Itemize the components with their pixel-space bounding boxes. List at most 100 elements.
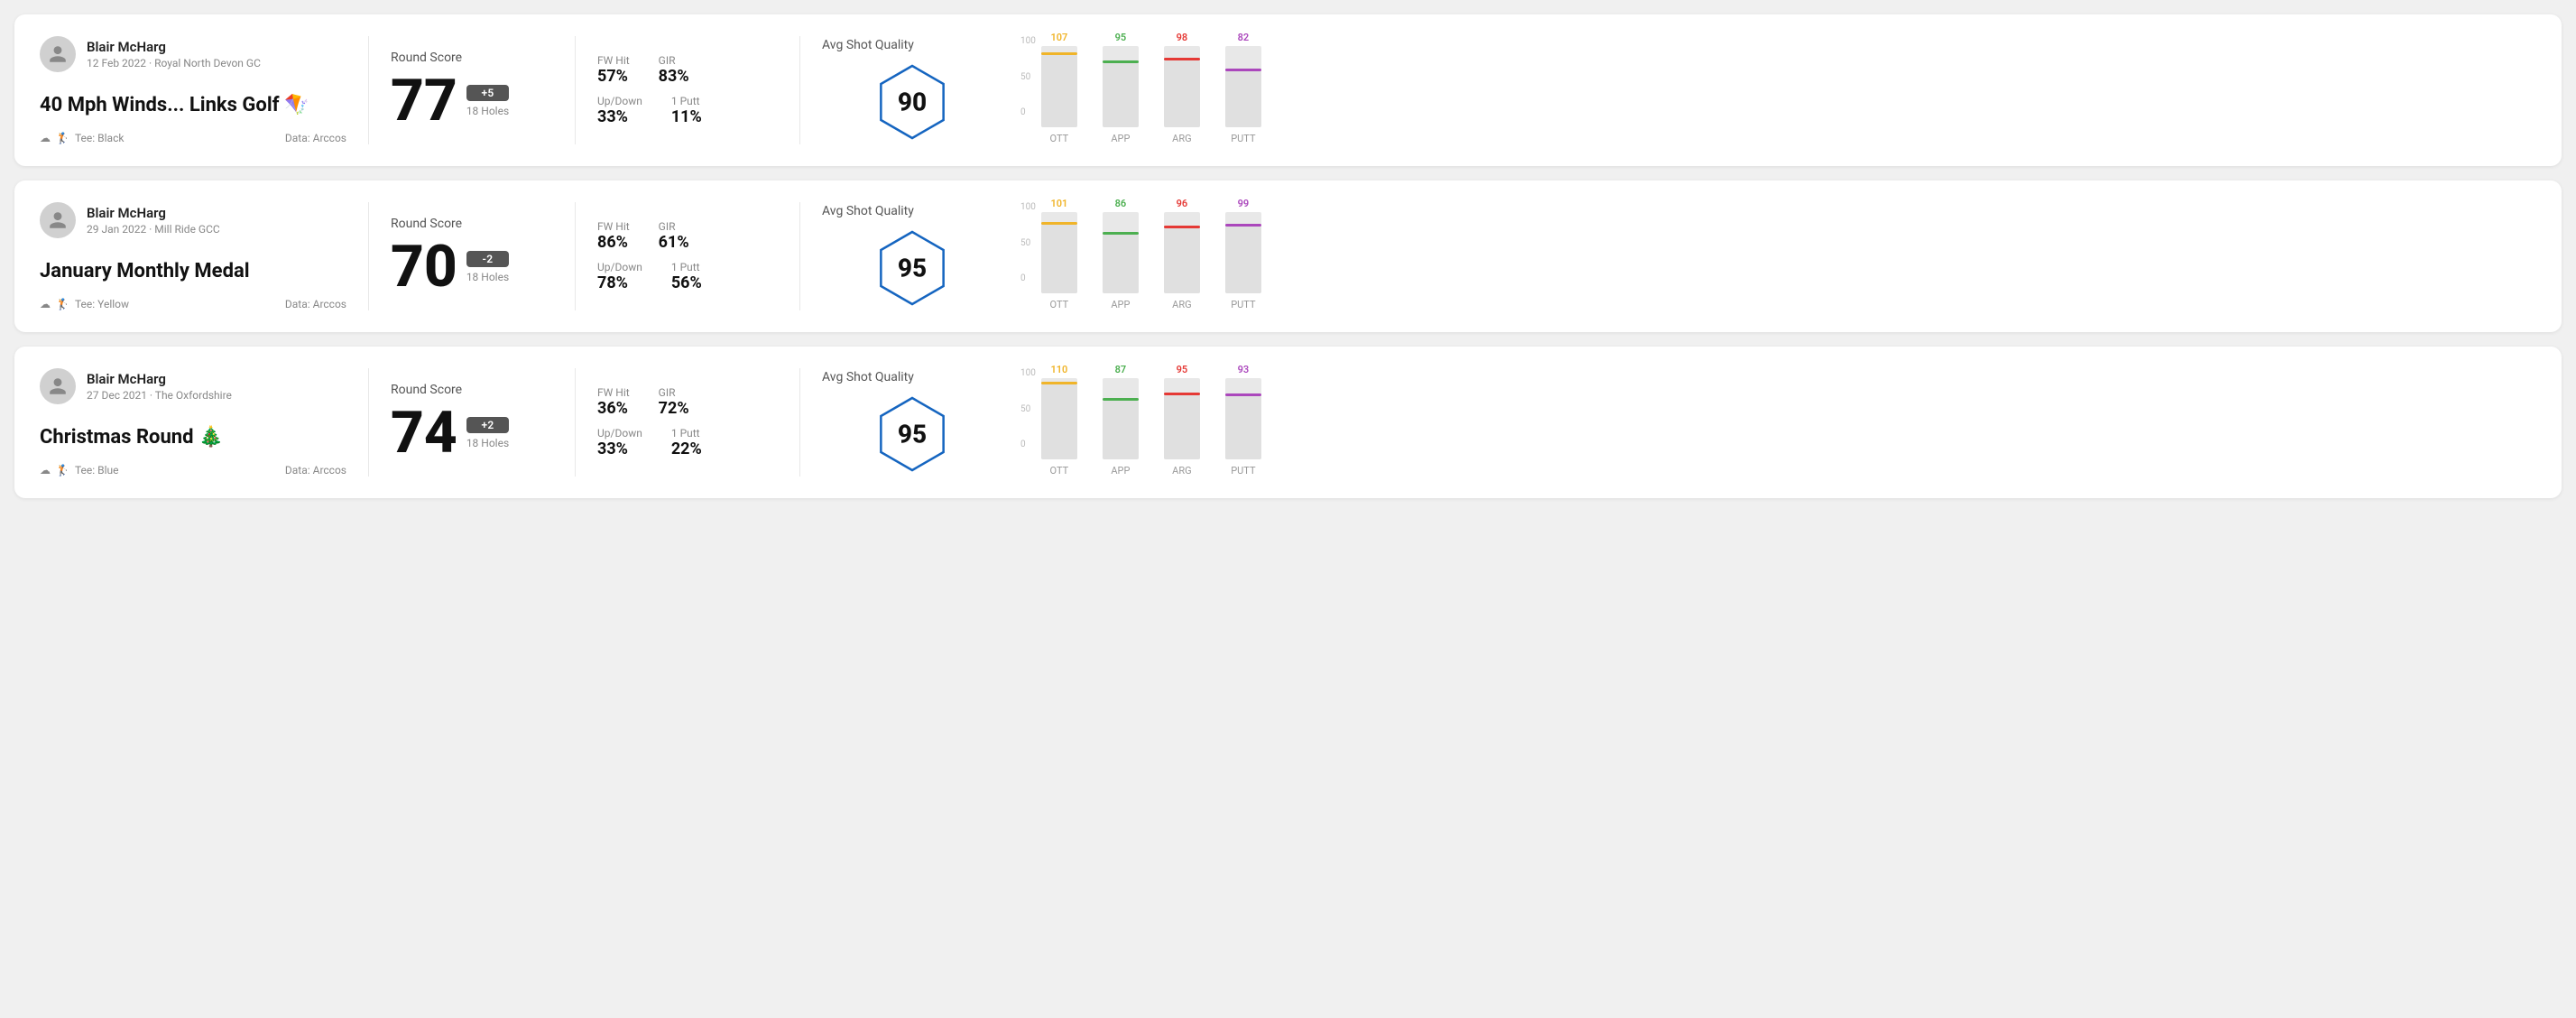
- quality-score: 90: [898, 88, 927, 117]
- avatar: [40, 368, 76, 404]
- bar-group-arg: 98ARG: [1164, 46, 1200, 144]
- user-name: Blair McHarg: [87, 205, 220, 221]
- bar-label-app: APP: [1111, 133, 1130, 144]
- score-row: 74+218 Holes: [391, 404, 553, 462]
- gir-label: GIR: [659, 220, 689, 233]
- gir: GIR83%: [659, 54, 689, 86]
- divider-3: [799, 368, 800, 477]
- round-score-label: Round Score: [391, 217, 553, 231]
- bar-group-app: 95APP: [1103, 46, 1139, 144]
- chart-section: 100500101OTT86APP96ARG99PUTT: [1002, 202, 2536, 310]
- divider-2: [575, 368, 576, 477]
- gir: GIR61%: [659, 220, 689, 252]
- gir-value: 61%: [659, 233, 689, 252]
- stats-row-1: FW Hit36% GIR72%: [597, 386, 778, 418]
- bar-value-putt: 93: [1238, 364, 1250, 375]
- user-info: Blair McHarg 29 Jan 2022 · Mill Ride GCC: [40, 202, 346, 238]
- quality-section: Avg Shot Quality 90: [822, 36, 1002, 144]
- oneputt-value: 56%: [671, 273, 702, 292]
- holes-label: 18 Holes: [466, 271, 509, 283]
- bar-group-arg: 95ARG: [1164, 378, 1200, 477]
- oneputt: 1 Putt11%: [671, 95, 702, 126]
- bar-label-ott: OTT: [1050, 133, 1069, 144]
- divider-1: [368, 202, 369, 310]
- bar-label-arg: ARG: [1172, 465, 1191, 477]
- stats-row-2: Up/Down78%1 Putt56%: [597, 261, 778, 292]
- fw-hit: FW Hit86%: [597, 220, 630, 252]
- score-section: Round Score77+518 Holes: [391, 36, 553, 144]
- bar-value-app: 87: [1115, 364, 1127, 375]
- oneputt-label: 1 Putt: [671, 261, 702, 273]
- score-row: 70-218 Holes: [391, 238, 553, 296]
- updown: Up/Down33%: [597, 95, 642, 126]
- quality-label: Avg Shot Quality: [822, 370, 914, 384]
- quality-score: 95: [898, 420, 927, 449]
- bar-label-arg: ARG: [1172, 133, 1191, 144]
- score-section: Round Score70-218 Holes: [391, 202, 553, 310]
- oneputt-value: 22%: [671, 440, 702, 458]
- updown-value: 33%: [597, 440, 642, 458]
- weather-icon: ☁: [40, 132, 51, 144]
- score-badge-group: +518 Holes: [466, 85, 509, 117]
- gir: GIR72%: [659, 386, 689, 418]
- gir-label: GIR: [659, 54, 689, 67]
- stats-row-2: Up/Down33%1 Putt22%: [597, 427, 778, 458]
- round-title: January Monthly Medal: [40, 260, 346, 282]
- updown-label: Up/Down: [597, 95, 642, 107]
- tee-info: ☁🏌Tee: Yellow: [40, 298, 129, 310]
- score-diff-badge: +2: [466, 417, 509, 433]
- card-left-section: Blair McHarg12 Feb 2022 · Royal North De…: [40, 36, 346, 144]
- quality-score: 95: [898, 254, 927, 283]
- quality-label: Avg Shot Quality: [822, 38, 914, 52]
- round-title: 40 Mph Winds... Links Golf 🪁: [40, 94, 346, 116]
- bar-label-ott: OTT: [1050, 299, 1069, 310]
- stats-row-1: FW Hit86% GIR61%: [597, 220, 778, 252]
- bar-group-arg: 96ARG: [1164, 212, 1200, 310]
- bag-icon: 🏌: [56, 298, 69, 310]
- bar-group-putt: 93PUTT: [1225, 378, 1261, 477]
- round-card-card3: Blair McHarg27 Dec 2021 · The Oxfordshir…: [14, 347, 2562, 498]
- bar-group-app: 86APP: [1103, 212, 1139, 310]
- bar-value-putt: 99: [1238, 198, 1250, 209]
- tee-info: ☁🏌Tee: Blue: [40, 464, 119, 477]
- card-bottom-row: ☁🏌Tee: BlackData: Arccos: [40, 132, 346, 144]
- stats-section: FW Hit57% GIR83% Up/Down33% 1 Putt11%: [597, 36, 778, 144]
- avatar: [40, 202, 76, 238]
- updown: Up/Down33%: [597, 427, 642, 458]
- stats-row-1: FW Hit57% GIR83%: [597, 54, 778, 86]
- user-date: 12 Feb 2022 · Royal North Devon GC: [87, 57, 261, 69]
- round-score-label: Round Score: [391, 383, 553, 397]
- score-diff-badge: -2: [466, 251, 509, 267]
- fw-hit: FW Hit57%: [597, 54, 630, 86]
- round-score-label: Round Score: [391, 51, 553, 65]
- tee-label: Tee: Blue: [75, 464, 119, 477]
- divider-2: [575, 202, 576, 310]
- updown-label: Up/Down: [597, 261, 642, 273]
- score-diff-badge: +5: [466, 85, 509, 101]
- quality-section: Avg Shot Quality95: [822, 202, 1002, 310]
- bar-value-arg: 96: [1177, 198, 1188, 209]
- card-bottom-row: ☁🏌Tee: YellowData: Arccos: [40, 298, 346, 310]
- fw-hit: FW Hit36%: [597, 386, 630, 418]
- bar-label-putt: PUTT: [1231, 299, 1255, 310]
- user-date: 27 Dec 2021 · The Oxfordshire: [87, 389, 232, 402]
- stats-section: FW Hit86% GIR61% Up/Down78%1 Putt56%: [597, 202, 778, 310]
- user-date: 29 Jan 2022 · Mill Ride GCC: [87, 223, 220, 236]
- round-card-card1: Blair McHarg12 Feb 2022 · Royal North De…: [14, 14, 2562, 166]
- tee-label: Tee: Black: [75, 132, 124, 144]
- score-badge-group: +2 18 Holes: [466, 417, 509, 449]
- bar-value-ott: 110: [1050, 364, 1067, 375]
- round-card-card2: Blair McHarg 29 Jan 2022 · Mill Ride GCC J…: [14, 180, 2562, 332]
- bar-value-ott: 101: [1050, 198, 1067, 209]
- oneputt: 1 Putt56%: [671, 261, 702, 292]
- hexagon-container: 95: [872, 227, 953, 309]
- chart-section: 100500107OTT95APP98ARG82PUTT: [1002, 36, 2536, 144]
- fw-hit-value: 36%: [597, 399, 630, 418]
- bar-label-app: APP: [1111, 299, 1130, 310]
- bar-value-arg: 95: [1177, 364, 1188, 375]
- holes-label: 18 Holes: [466, 437, 509, 449]
- tee-label: Tee: Yellow: [75, 298, 129, 310]
- fw-hit-value: 57%: [597, 67, 630, 86]
- fw-hit-label: FW Hit: [597, 220, 630, 233]
- updown-value: 33%: [597, 107, 642, 126]
